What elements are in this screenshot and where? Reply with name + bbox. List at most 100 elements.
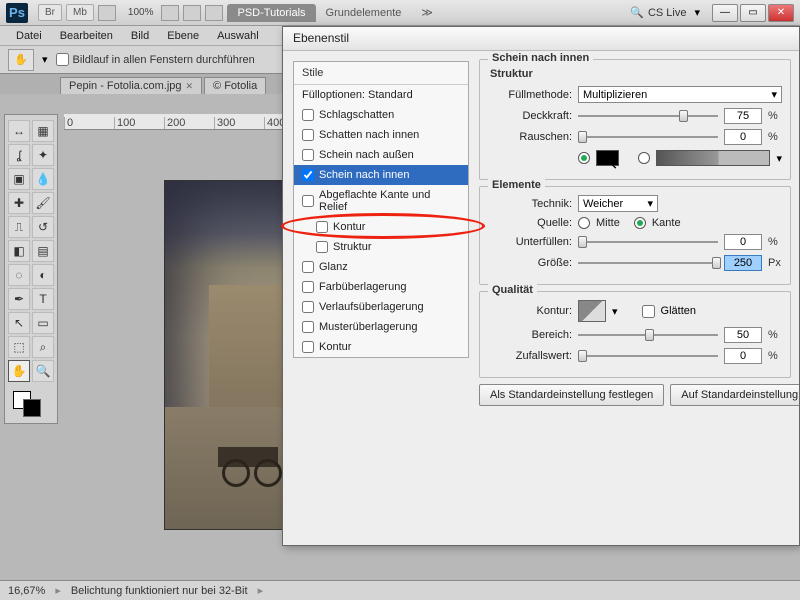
close-button[interactable]: ✕ [768, 4, 794, 22]
cslive-button[interactable]: CS Live [648, 7, 687, 19]
bridge-button[interactable]: Br [38, 4, 62, 21]
chevron-down-icon[interactable]: ▾ [612, 305, 618, 318]
workspace-tab-grund[interactable]: Grundelemente [316, 4, 412, 22]
style-dropshadow[interactable]: Schlagschatten [294, 105, 468, 125]
zoom-display[interactable]: 100% [128, 7, 154, 18]
styles-list: Stile Fülloptionen: Standard Schlagschat… [293, 61, 469, 358]
style-satin[interactable]: Glanz [294, 257, 468, 277]
style-bevel[interactable]: Abgeflachte Kante und Relief [294, 185, 468, 217]
hand-tool[interactable]: ✋ [8, 360, 30, 382]
eyedropper-tool[interactable]: 💧 [32, 168, 54, 190]
make-default-button[interactable]: Als Standardeinstellung festlegen [479, 384, 664, 406]
jitter-label: Zufallswert: [490, 350, 572, 362]
workspace-more[interactable]: ≫ [411, 3, 443, 22]
color-swatches[interactable] [7, 389, 55, 419]
jitter-input[interactable]: 0 [724, 348, 762, 364]
path-tool[interactable]: ↖ [8, 312, 30, 334]
menu-file[interactable]: Datei [16, 30, 42, 42]
menu-image[interactable]: Bild [131, 30, 149, 42]
hand-icon[interactable] [161, 5, 179, 21]
3d-tool[interactable]: ⬚ [8, 336, 30, 358]
search-icon[interactable]: 🔍 [630, 6, 644, 19]
menu-layer[interactable]: Ebene [167, 30, 199, 42]
reset-default-button[interactable]: Auf Standardeinstellung zurü [670, 384, 799, 406]
minibridge-button[interactable]: Mb [66, 4, 94, 21]
close-icon[interactable]: ✕ [186, 81, 194, 92]
brush-tool[interactable]: 🖌 [32, 192, 54, 214]
heal-tool[interactable]: ✚ [8, 192, 30, 214]
scroll-all-checkbox[interactable]: Bildlauf in allen Fenstern durchführen [56, 53, 255, 66]
style-fillopts[interactable]: Fülloptionen: Standard [294, 85, 468, 105]
screen-icon[interactable] [205, 5, 223, 21]
noise-slider[interactable] [578, 130, 718, 144]
style-coloroverlay[interactable]: Farbüberlagerung [294, 277, 468, 297]
size-slider[interactable] [578, 256, 718, 270]
glow-gradient-swatch[interactable] [656, 150, 771, 166]
stamp-tool[interactable]: ⎍ [8, 216, 30, 238]
shape-tool[interactable]: ▭ [32, 312, 54, 334]
style-stroke[interactable]: Kontur [294, 337, 468, 357]
scroll-all-check[interactable] [56, 53, 69, 66]
maximize-button[interactable]: ▭ [740, 4, 766, 22]
lasso-tool[interactable]: ʆ [8, 144, 30, 166]
source-center-radio[interactable] [578, 217, 590, 229]
background-swatch[interactable] [23, 399, 41, 417]
wand-tool[interactable]: ✦ [32, 144, 54, 166]
move-tool[interactable]: ↔ [8, 120, 30, 142]
marquee-tool[interactable]: ▦ [32, 120, 54, 142]
range-input[interactable]: 50 [724, 327, 762, 343]
workspace-tab-psd[interactable]: PSD-Tutorials [227, 4, 315, 22]
choke-input[interactable]: 0 [724, 234, 762, 250]
chevron-down-icon[interactable]: ▾ [42, 53, 48, 66]
noise-input[interactable]: 0 [724, 129, 762, 145]
antialias-label: Glätten [661, 305, 696, 317]
style-innerglow[interactable]: Schein nach innen [294, 165, 468, 185]
minimize-button[interactable]: — [712, 4, 738, 22]
fillmethod-dropdown[interactable]: Multiplizieren▾ [578, 86, 782, 103]
doc-tab-1[interactable]: Pepin - Fotolia.com.jpg✕ [60, 77, 202, 94]
chevron-down-icon: ▾ [771, 88, 777, 101]
crop-tool[interactable]: ▣ [8, 168, 30, 190]
gradient-radio[interactable] [638, 152, 650, 164]
technique-label: Technik: [490, 198, 572, 210]
style-bevel-texture[interactable]: Struktur [294, 237, 468, 257]
glow-color-swatch[interactable] [596, 150, 619, 166]
chevron-down-icon[interactable]: ▾ [776, 152, 782, 165]
view-icon[interactable] [98, 5, 116, 21]
range-slider[interactable] [578, 328, 718, 342]
zoom-tool[interactable]: 🔍 [32, 360, 54, 382]
style-bevel-contour[interactable]: Kontur [294, 217, 468, 237]
menu-edit[interactable]: Bearbeiten [60, 30, 113, 42]
camera-tool[interactable]: ⌕ [32, 336, 54, 358]
color-radio[interactable] [578, 152, 590, 164]
history-brush-tool[interactable]: ↺ [32, 216, 54, 238]
opacity-slider[interactable] [578, 109, 718, 123]
choke-label: Unterfüllen: [490, 236, 572, 248]
style-innershadow[interactable]: Schatten nach innen [294, 125, 468, 145]
antialias-checkbox[interactable] [642, 305, 655, 318]
contour-picker[interactable] [578, 300, 606, 322]
size-input[interactable]: 250 [724, 255, 762, 271]
status-zoom[interactable]: 16,67% [8, 585, 45, 597]
blur-tool[interactable]: ◌ [8, 264, 30, 286]
style-outerglow[interactable]: Schein nach außen [294, 145, 468, 165]
styles-header[interactable]: Stile [294, 62, 468, 85]
current-tool-hand-icon[interactable]: ✋ [8, 49, 34, 71]
arrange-icon[interactable] [183, 5, 201, 21]
pen-tool[interactable]: ✒ [8, 288, 30, 310]
source-label: Quelle: [490, 217, 572, 229]
menu-select[interactable]: Auswahl [217, 30, 259, 42]
style-gradoverlay[interactable]: Verlaufsüberlagerung [294, 297, 468, 317]
technique-dropdown[interactable]: Weicher▾ [578, 195, 658, 212]
style-patoverlay[interactable]: Musterüberlagerung [294, 317, 468, 337]
choke-slider[interactable] [578, 235, 718, 249]
gradient-tool[interactable]: ▤ [32, 240, 54, 262]
doc-tab-2[interactable]: © Fotolia [204, 77, 266, 94]
jitter-slider[interactable] [578, 349, 718, 363]
opacity-input[interactable]: 75 [724, 108, 762, 124]
chevron-down-icon[interactable]: ▾ [694, 6, 700, 19]
dodge-tool[interactable]: ◐ [32, 264, 54, 286]
eraser-tool[interactable]: ◧ [8, 240, 30, 262]
source-edge-radio[interactable] [634, 217, 646, 229]
type-tool[interactable]: T [32, 288, 54, 310]
